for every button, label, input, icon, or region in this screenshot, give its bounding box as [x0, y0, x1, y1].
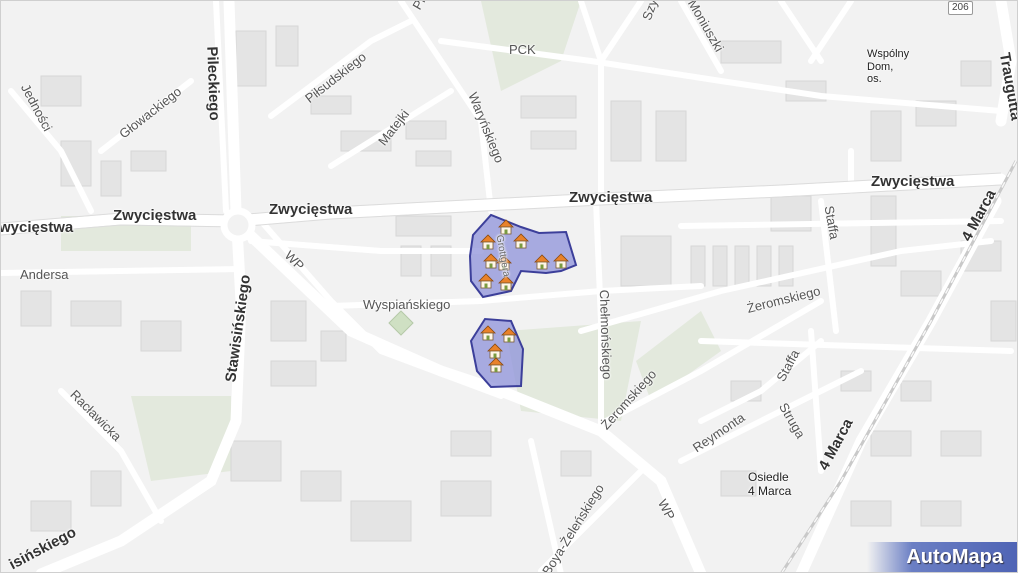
- poi-label-pck: PCK: [509, 42, 536, 57]
- street-label-zwyciestwa: wycięstwa: [0, 219, 74, 236]
- map-view[interactable]: wycięstwa Zwycięstwa Zwycięstwa Zwycięst…: [0, 0, 1018, 573]
- street-label-zwyciestwa: Zwycięstwa: [269, 201, 353, 218]
- district-label-osiedle-4-marca: Osiedle 4 Marca: [748, 470, 792, 498]
- street-label-pileckiego: Pileckiego: [203, 46, 223, 121]
- street-label-zwyciestwa: Zwycięstwa: [569, 189, 653, 206]
- map-base: [1, 1, 1017, 572]
- district-label-wspolny-dom: Wspólny Dom, os.: [867, 48, 910, 86]
- street-label-wyspianskiego: Wyspiańskiego: [363, 297, 451, 312]
- roundabout: [220, 207, 256, 243]
- street-label-zwyciestwa: Zwycięstwa: [871, 173, 955, 190]
- road-shield-206: 206: [948, 1, 973, 15]
- street-label-andersa: Andersa: [20, 267, 69, 282]
- brand-text: AutoMapa: [906, 545, 1003, 568]
- street-label-zwyciestwa: Zwycięstwa: [113, 207, 197, 224]
- street-label-chelmonskiego: Chełmońskiego: [596, 289, 615, 380]
- brand-logo[interactable]: AutoMapa: [867, 542, 1017, 572]
- park-icon: [388, 310, 414, 336]
